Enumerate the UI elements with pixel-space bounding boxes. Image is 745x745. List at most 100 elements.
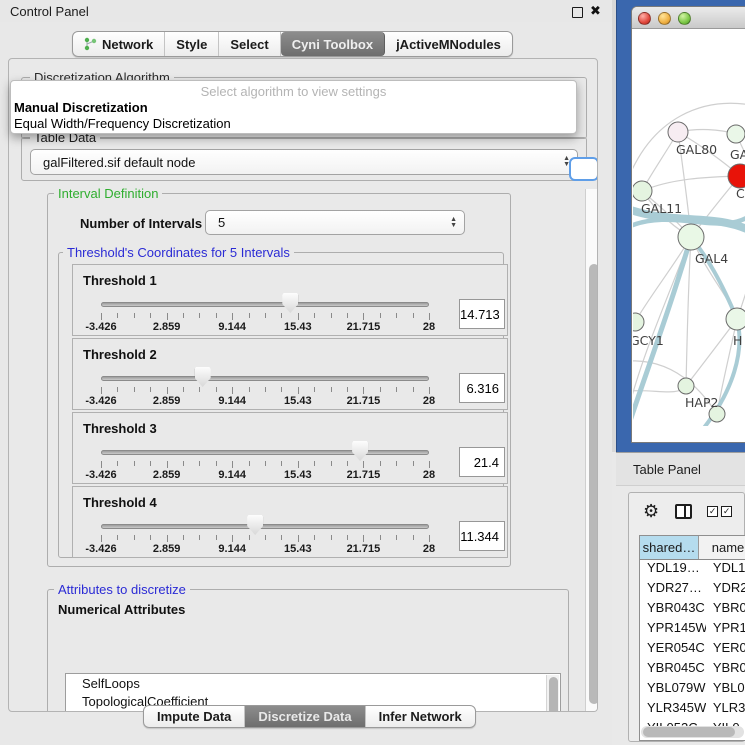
- slider-tick: [331, 535, 332, 540]
- columns-icon[interactable]: [675, 504, 692, 519]
- network-node[interactable]: [727, 125, 745, 143]
- close-icon[interactable]: ✖: [590, 3, 601, 19]
- table-row[interactable]: YPR145WYPR1: [640, 620, 745, 640]
- slider-tick: [347, 387, 348, 392]
- slider-tick: [413, 313, 414, 318]
- network-node[interactable]: [678, 224, 704, 250]
- tab-discretize-data[interactable]: Discretize Data: [245, 706, 365, 727]
- slider-tick: [314, 461, 315, 466]
- threshold-value-field[interactable]: [459, 373, 505, 403]
- network-node-label: GAL80: [676, 142, 717, 157]
- slider-tick: [249, 461, 250, 466]
- slider-tick-label: 28: [399, 395, 459, 407]
- table-header-cell[interactable]: name: [699, 536, 745, 559]
- slider-tick-label: 15.43: [268, 321, 328, 333]
- table-cell: YER054C: [640, 640, 706, 660]
- slider-track[interactable]: [101, 450, 429, 455]
- table-cell: YBR045C: [640, 660, 706, 680]
- table-row[interactable]: YBR043CYBR0: [640, 600, 745, 620]
- slider-thumb[interactable]: [352, 441, 368, 461]
- network-node-label: GA: [730, 147, 745, 162]
- attribute-item[interactable]: SelfLoops: [66, 674, 560, 692]
- slider-tick: [331, 387, 332, 392]
- slider-tick: [249, 535, 250, 540]
- slider-tick: [396, 535, 397, 540]
- checkbox-icon[interactable]: ✓: [721, 506, 732, 517]
- slider-tick: [117, 535, 118, 540]
- network-node[interactable]: [668, 122, 688, 142]
- table-row[interactable]: YDL19…YDL1: [640, 560, 745, 580]
- slider-tick: [150, 313, 151, 318]
- slider-thumb[interactable]: [195, 367, 211, 387]
- tab-network[interactable]: Network: [73, 32, 165, 56]
- threshold-value-field[interactable]: [459, 447, 505, 477]
- tab-cyni-toolbox[interactable]: Cyni Toolbox: [281, 32, 385, 56]
- tab-impute-data[interactable]: Impute Data: [144, 706, 245, 727]
- table-header-cell[interactable]: shared…: [640, 536, 699, 559]
- threshold-value-field[interactable]: [459, 299, 505, 329]
- slider-tick: [347, 313, 348, 318]
- threshold-label: Threshold 1: [83, 273, 157, 288]
- slider-tick: [199, 387, 200, 392]
- tab-style[interactable]: Style: [165, 32, 219, 56]
- algorithm-combo-focus-ring[interactable]: [569, 157, 598, 181]
- table-row[interactable]: YDR27…YDR2: [640, 580, 745, 600]
- minimize-traffic-icon[interactable]: [658, 12, 671, 25]
- network-node[interactable]: [633, 313, 644, 331]
- scrollbar-thumb[interactable]: [643, 727, 735, 737]
- network-window-titlebar[interactable]: [632, 7, 745, 29]
- slider-tick-label: -3.426: [71, 321, 131, 333]
- table-cell: YLR3: [706, 700, 745, 720]
- slider-track[interactable]: [101, 302, 429, 307]
- slider-thumb[interactable]: [247, 515, 263, 535]
- slider-tick-label: 15.43: [268, 543, 328, 555]
- threshold-label: Threshold 4: [83, 495, 157, 510]
- table-cell: YER0: [706, 640, 745, 660]
- slider-tick-label: 2.859: [137, 469, 197, 481]
- slider-tick: [101, 387, 102, 394]
- settings-scrollbar[interactable]: [585, 189, 598, 712]
- network-node[interactable]: [633, 181, 652, 201]
- table-horizontal-scrollbar[interactable]: [641, 726, 744, 738]
- table-cell: YBR043C: [640, 600, 706, 620]
- network-canvas[interactable]: GAL80GACGAL11GAL4GCY1HHAP2: [633, 29, 745, 426]
- tab-jactivemnodules[interactable]: jActiveMNodules: [385, 32, 512, 56]
- table-panel-body: ⚙ ✓ ✓ shared…name YDL19…YDL1YDR27…YDR2YB…: [628, 492, 745, 742]
- float-window-icon[interactable]: [572, 7, 583, 18]
- scrollbar-thumb[interactable]: [589, 264, 598, 704]
- table-row[interactable]: YBR045CYBR0: [640, 660, 745, 680]
- algorithm-option[interactable]: Manual Discretization: [14, 100, 148, 115]
- table-row[interactable]: YER054CYER0: [640, 640, 745, 660]
- table-panel-header: Table Panel: [616, 452, 745, 486]
- table-row[interactable]: YLR345WYLR3: [640, 700, 745, 720]
- network-node[interactable]: [726, 308, 745, 330]
- table-data-combo[interactable]: galFiltered.sif default node ▲▼: [30, 149, 578, 175]
- slider-tick: [232, 387, 233, 394]
- checkbox-icon[interactable]: ✓: [707, 506, 718, 517]
- attributes-scrollbar[interactable]: [546, 675, 559, 712]
- table-row[interactable]: YBL079WYBL0: [640, 680, 745, 700]
- slider-tick: [429, 461, 430, 468]
- threshold-value-field[interactable]: [459, 521, 505, 551]
- slider-thumb[interactable]: [282, 293, 298, 313]
- scrollbar-thumb[interactable]: [549, 677, 558, 712]
- slider-track[interactable]: [101, 376, 429, 381]
- close-traffic-icon[interactable]: [638, 12, 651, 25]
- network-edge: [642, 176, 740, 191]
- threshold-label: Threshold 3: [83, 421, 157, 436]
- slider-tick: [331, 313, 332, 318]
- tab-infer-network[interactable]: Infer Network: [366, 706, 475, 727]
- number-of-intervals-combo[interactable]: 5 ▲▼: [205, 210, 465, 235]
- slider-tick: [216, 387, 217, 392]
- network-node[interactable]: [678, 378, 694, 394]
- tab-select[interactable]: Select: [219, 32, 280, 56]
- table-data-group: Table Data galFiltered.sif default node …: [21, 137, 587, 181]
- slider-tick: [167, 461, 168, 468]
- gear-icon[interactable]: ⚙: [643, 501, 659, 522]
- algorithm-option[interactable]: Equal Width/Frequency Discretization: [14, 116, 231, 131]
- algorithm-hint-text: Select algorithm to view settings: [11, 84, 576, 99]
- slider-track[interactable]: [101, 524, 429, 529]
- table-panel-title: Table Panel: [633, 462, 701, 477]
- zoom-traffic-icon[interactable]: [678, 12, 691, 25]
- slider-tick-label: 2.859: [137, 395, 197, 407]
